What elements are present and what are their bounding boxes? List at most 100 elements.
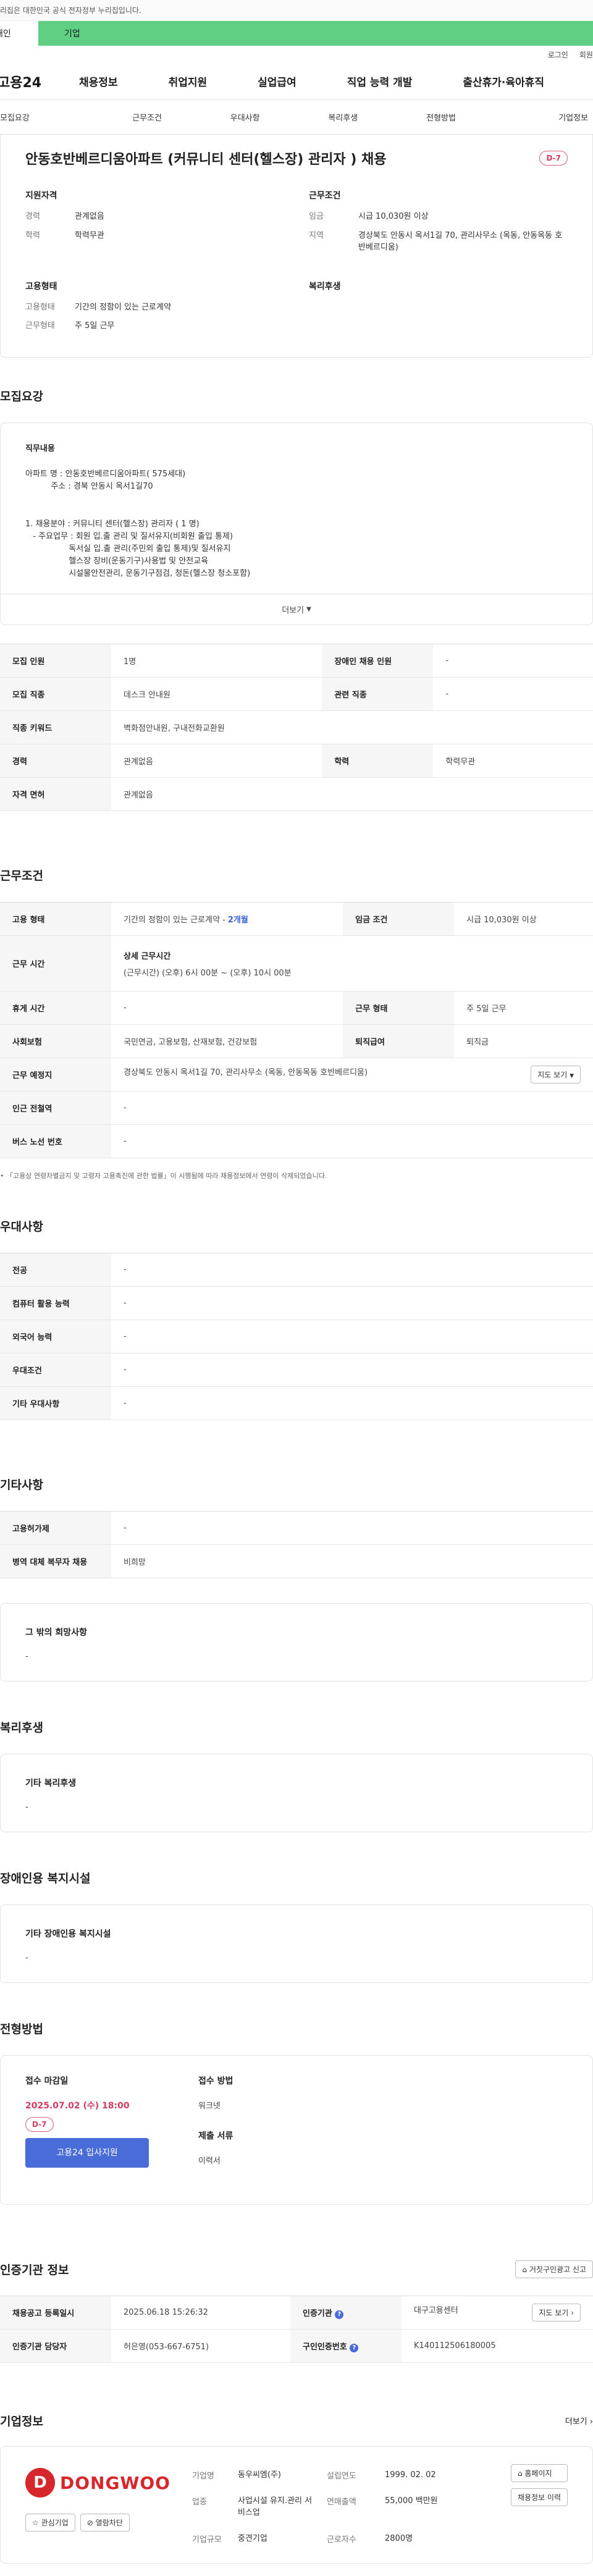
table-row: 휴게 시간 - 근무 형태 주 5일 근무: [0, 991, 593, 1025]
deadline-date: 2025.07.02 (수) 18:00: [25, 2101, 130, 2111]
anchor-prefer[interactable]: 우대사항: [196, 111, 294, 123]
section-title-benefit: 복리후생: [0, 1721, 43, 1735]
apply-button[interactable]: 고용24 입사지원: [25, 2138, 149, 2168]
table-row: 고용 형태 기간의 정함이 있는 근로계약 - 2개월 임금 조건 시급 10,…: [0, 902, 593, 937]
map-view-button[interactable]: 지도 보기 ▼: [531, 1066, 581, 1084]
disabled-card: 기타 장애인용 복지시설 -: [0, 1905, 593, 1984]
section-title-work: 근무조건: [0, 869, 43, 883]
chevron-down-icon: ▼: [306, 606, 311, 613]
table-row: 모집 인원 1명 장애인 채용 인원 -: [0, 644, 593, 678]
method-col: 접수 방법 워크넷 제출 서류 이력서: [198, 2076, 233, 2166]
job-title: 안동호반베르디움아파트 (커뮤니티 센터(헬스장) 관리자 ) 채용: [25, 152, 387, 167]
table-row: 인근 전철역 -: [0, 1091, 593, 1126]
section-title-company: 기업정보: [0, 2415, 43, 2429]
info-icon[interactable]: ?: [350, 2343, 359, 2352]
tab-person[interactable]: 개인: [0, 21, 38, 46]
report-button[interactable]: ⌂ 거짓구인광고 신고: [515, 2260, 593, 2279]
anchor-recruit[interactable]: 모집요강: [0, 111, 98, 123]
tab-company[interactable]: 기업: [38, 21, 593, 46]
home-icon: ⌂: [517, 2469, 523, 2478]
anchor-company[interactable]: 기업정보: [490, 111, 593, 123]
anchor-process[interactable]: 전형방법: [392, 111, 490, 123]
history-button[interactable]: 채용정보 이력: [510, 2488, 568, 2507]
join-link[interactable]: 회원가입: [579, 49, 593, 60]
table-row: 병역 대체 복무자 채용 비희망: [0, 1544, 593, 1579]
table-row: 모집 직종 데스크 안내원 관련 직종 -: [0, 677, 593, 712]
block-icon: ⊘: [86, 2519, 93, 2528]
table-row: 버스 노선 번호 -: [0, 1124, 593, 1159]
table-row: 근무 예정지 경상북도 안동시 옥서1길 70, 관리사무소 (옥동, 안동옥동…: [0, 1058, 593, 1092]
more-button[interactable]: 더보기 ▼: [1, 594, 592, 625]
section-title-recruit: 모집요강: [0, 390, 43, 404]
gov-banner-text: 이 누리집은 대한민국 공식 전자정부 누리집입니다.: [0, 6, 141, 15]
table-row: 고용허가제 -: [0, 1511, 593, 1546]
gnb-item-training[interactable]: 직업 능력 개발: [310, 74, 426, 89]
section-title-etc: 기타사항: [0, 1478, 43, 1492]
anchor-benefit[interactable]: 복리후생: [294, 111, 392, 123]
company-logo-block: D DONGWOO ☆ 관심기업 ⊘ 열람차단: [25, 2464, 174, 2532]
qualification-block: 지원자격 경력 관계없음 학력 학력무관: [25, 191, 104, 240]
login-link[interactable]: 로그인: [548, 49, 568, 60]
table-row: 컴퓨터 활용 능력 -: [0, 1286, 593, 1321]
table-row: 기타 우대사항 -: [0, 1386, 593, 1421]
job-summary-card: 안동호반베르디움아파트 (커뮤니티 센터(헬스장) 관리자 ) 채용 D-7 지…: [0, 135, 593, 358]
table-row: 직종 키워드 벽화점안내원, 구내전화교환원: [0, 710, 593, 745]
section-title-disabled: 장애인용 복지시설: [0, 1872, 91, 1886]
dday-badge: D-7: [25, 2117, 54, 2132]
prefer-table: 전공 - 컴퓨터 활용 능력 - 외국어 능력 - 우대조건 - 기타 우대사항 -: [0, 1253, 593, 1421]
homepage-button[interactable]: ⌂ 홈페이지: [510, 2464, 568, 2483]
table-row: 자격 면허 관계없음: [0, 777, 593, 812]
other-wish-card: 그 밖의 희망사항 -: [0, 1603, 593, 1682]
gnb-item-leave[interactable]: 출산휴가·육아휴직: [426, 74, 558, 89]
section-title-process: 전형방법: [0, 2022, 43, 2037]
chevron-right-icon: ›: [571, 2309, 574, 2318]
interest-button[interactable]: ☆ 관심기업: [25, 2514, 75, 2532]
info-icon[interactable]: ?: [335, 2310, 344, 2319]
table-row: 인증기관 담당자 허은영(053-667-6751) 구인인증번호 ? K140…: [0, 2329, 593, 2363]
company-more-link[interactable]: 더보기 ›: [565, 2415, 593, 2427]
table-row: 채용공고 등록일시 2025.06.18 15:26:32 인증기관 ? 대구고…: [0, 2296, 593, 2330]
company-card: D DONGWOO ☆ 관심기업 ⊘ 열람차단 기업명 동우씨엠(주) 설립연도…: [0, 2446, 593, 2564]
cert-table: 채용공고 등록일시 2025.06.18 15:26:32 인증기관 ? 대구고…: [0, 2296, 593, 2363]
recruit-table: 모집 인원 1명 장애인 채용 인원 - 모집 직종 데스크 안내원 관련 직종…: [0, 644, 593, 812]
site-logo[interactable]: 고용24: [0, 72, 65, 91]
duty-text: 아파트 명 : 안동호반베르디움아파트( 575세대) 주소 : 경북 안동시 …: [25, 469, 251, 579]
welfare-block: 복리후생: [309, 281, 341, 292]
table-row: 사회보험 국민연금, 고용보험, 산재보험, 건강보험 퇴직급여 퇴직금: [0, 1024, 593, 1059]
duty-card: 직무내용 아파트 명 : 안동호반베르디움아파트( 575세대) 주소 : 경북…: [0, 423, 593, 626]
global-nav: 고용24 채용정보 취업지원 실업급여 직업 능력 개발 출산휴가·육아휴직: [0, 63, 593, 100]
table-row: 경력 관계없음 학력 학력무관: [0, 744, 593, 778]
employment-block: 고용형태 고용형태 기간의 정함이 있는 근로계약 근무형태 주 5일 근무: [25, 281, 171, 331]
anchor-work[interactable]: 근무조건: [98, 111, 196, 123]
table-row: 근무 시간 상세 근무시간 (근무시간) (오후) 6시 00분 ~ (오후) …: [0, 935, 593, 992]
gnb-item-jobs[interactable]: 채용정보: [65, 74, 132, 89]
anchor-tabs: 모집요강 근무조건 우대사항 복리후생 전형방법 기업정보: [0, 100, 593, 135]
benefit-card: 기타 복리후생 -: [0, 1754, 593, 1833]
section-title-prefer: 우대사항: [0, 1220, 43, 1234]
age-footnote: • 「고용상 연령차별금지 및 고령자 고용촉진에 관한 법률」이 시행됨에 따…: [0, 1172, 327, 1181]
etc-table: 고용허가제 - 병역 대체 복무자 채용 비희망: [0, 1511, 593, 1579]
home-icon: ⌂: [522, 2265, 528, 2275]
company-info: 기업명 동우씨엠(주) 설립연도 1999. 02. 02 업종 사업시설 유지…: [192, 2470, 438, 2544]
cert-map-button[interactable]: 지도 보기 ›: [532, 2304, 581, 2322]
utility-bar: 로그인 회원가입: [0, 46, 593, 63]
chevron-down-icon: ▼: [570, 1073, 574, 1080]
chevron-right-icon: ›: [589, 2417, 593, 2427]
section-title-cert: 인증기관 정보: [0, 2263, 69, 2278]
audience-tabs: 개인 기업: [0, 21, 593, 46]
block-button[interactable]: ⊘ 열람차단: [80, 2514, 130, 2532]
table-row: 우대조건 -: [0, 1353, 593, 1387]
star-icon: ☆: [32, 2519, 39, 2528]
company-logo: D DONGWOO: [25, 2464, 174, 2501]
process-card: 접수 마감일 2025.07.02 (수) 18:00 D-7 고용24 입사지…: [0, 2055, 593, 2205]
gnb-item-unemployment[interactable]: 실업급여: [221, 74, 310, 89]
deadline-col: 접수 마감일 2025.07.02 (수) 18:00 D-7 고용24 입사지…: [25, 2074, 149, 2184]
table-row: 외국어 능력 -: [0, 1320, 593, 1354]
table-row: 전공 -: [0, 1253, 593, 1287]
condition-block: 근무조건 임금 시급 10,030원 이상 지역 경상북도 안동시 옥서1길 70,…: [309, 191, 563, 252]
gov-banner: 이 누리집은 대한민국 공식 전자정부 누리집입니다.: [0, 0, 593, 21]
gnb-item-support[interactable]: 취업지원: [132, 74, 221, 89]
gnb-menu: 채용정보 취업지원 실업급여 직업 능력 개발 출산휴가·육아휴직: [65, 74, 593, 89]
company-actions: ⌂ 홈페이지 채용정보 이력: [510, 2464, 568, 2507]
dday-badge: D-7: [539, 151, 568, 166]
